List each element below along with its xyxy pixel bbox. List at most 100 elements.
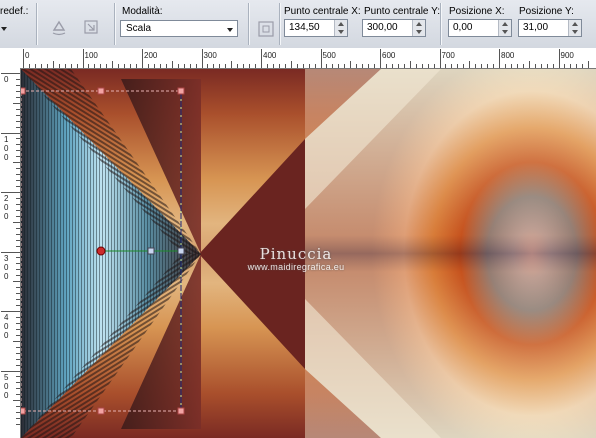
resize-handle[interactable] — [21, 87, 26, 95]
ruler-minor-tick — [16, 305, 20, 307]
resize-handle[interactable] — [177, 87, 185, 95]
ruler-minor-tick — [546, 64, 548, 68]
ruler-major-tick — [1, 370, 20, 372]
resize-handle[interactable] — [97, 87, 105, 95]
ruler-minor-tick — [16, 293, 20, 295]
ruler-minor-tick — [403, 64, 405, 68]
mode-label: Modalità: — [122, 6, 163, 17]
ruler-minor-tick — [13, 162, 20, 164]
ruler-minor-tick — [493, 64, 495, 68]
ruler-minor-tick — [16, 120, 20, 122]
ruler-minor-tick — [16, 412, 20, 414]
ruler-minor-tick — [106, 64, 108, 68]
mode-select[interactable]: Scala — [120, 20, 238, 37]
ruler-minor-tick — [237, 64, 239, 68]
ruler-minor-tick — [16, 299, 20, 301]
ruler-minor-tick — [344, 64, 346, 68]
rotation-handle[interactable] — [147, 247, 155, 255]
scale-tool-icon[interactable] — [82, 18, 100, 36]
ruler-minor-tick — [243, 64, 245, 68]
ruler-minor-tick — [16, 138, 20, 140]
preset-dropdown-icon[interactable] — [1, 27, 7, 31]
ruler-minor-tick — [588, 61, 590, 68]
ruler-label: 900 — [560, 51, 574, 60]
ruler-minor-tick — [16, 358, 20, 360]
ruler-minor-tick — [296, 64, 298, 68]
ruler-minor-tick — [16, 346, 20, 348]
ruler-label: 100 — [84, 51, 98, 60]
image-canvas[interactable]: Pinuccia www.maidiregrafica.eu — [21, 69, 596, 438]
pos-x-stepper[interactable] — [498, 20, 511, 36]
center-x-field[interactable]: 134,50 — [284, 19, 348, 37]
ruler-minor-tick — [272, 64, 274, 68]
separator — [440, 3, 442, 45]
ruler-minor-tick — [415, 64, 417, 68]
ruler-major-tick — [23, 49, 24, 68]
pos-y-field[interactable]: 31,00 — [518, 19, 582, 37]
pos-y-stepper[interactable] — [568, 20, 581, 36]
center-point-icon[interactable] — [257, 20, 275, 38]
resize-handle[interactable] — [97, 407, 105, 415]
ruler-minor-tick — [16, 84, 20, 86]
vertical-ruler[interactable]: 0 100 200 300 400 500 — [0, 68, 21, 438]
ruler-minor-tick — [350, 61, 352, 68]
ruler-minor-tick — [391, 64, 393, 68]
preset-label: redef.: — [0, 6, 29, 17]
center-y-field[interactable]: 300,00 — [362, 19, 426, 37]
ruler-minor-tick — [582, 64, 584, 68]
separator — [279, 3, 281, 45]
ruler-minor-tick — [52, 61, 54, 68]
ruler-minor-tick — [540, 64, 542, 68]
ruler-minor-tick — [16, 269, 20, 271]
ruler-minor-tick — [16, 156, 20, 158]
ruler-minor-tick — [266, 64, 268, 68]
pos-y-label: Posizione Y: — [519, 6, 574, 17]
pos-x-field[interactable]: 0,00 — [448, 19, 512, 37]
horizontal-ruler[interactable]: 0 100 200 300 400 500 600 700 800 900 — [0, 48, 596, 69]
ruler-minor-tick — [195, 64, 197, 68]
ruler-minor-tick — [534, 64, 536, 68]
pivot-point[interactable] — [96, 246, 106, 256]
pos-y-value: 31,00 — [523, 22, 549, 33]
center-y-stepper[interactable] — [412, 20, 425, 36]
ruler-minor-tick — [16, 174, 20, 176]
ruler-label: 700 — [441, 51, 455, 60]
ruler-minor-tick — [147, 64, 149, 68]
mode-value: Scala — [126, 23, 152, 34]
ruler-minor-tick — [70, 64, 72, 68]
ruler-minor-tick — [290, 61, 292, 68]
ruler-minor-tick — [284, 64, 286, 68]
ruler-minor-tick — [510, 64, 512, 68]
ruler-minor-tick — [504, 64, 506, 68]
image-artwork[interactable] — [21, 69, 596, 438]
ruler-minor-tick — [487, 64, 489, 68]
ruler-minor-tick — [16, 263, 20, 265]
ruler-minor-tick — [88, 64, 90, 68]
ruler-minor-tick — [16, 114, 20, 116]
resize-handle[interactable] — [177, 247, 185, 255]
ruler-minor-tick — [481, 64, 483, 68]
ruler-minor-tick — [16, 197, 20, 199]
ruler-minor-tick — [576, 64, 578, 68]
ruler-minor-tick — [46, 64, 48, 68]
ruler-minor-tick — [16, 328, 20, 330]
ruler-minor-tick — [177, 64, 179, 68]
ruler-minor-tick — [564, 64, 566, 68]
ruler-minor-tick — [64, 64, 66, 68]
resize-handle[interactable] — [21, 407, 26, 415]
ruler-minor-tick — [16, 227, 20, 229]
separator — [248, 3, 250, 45]
ruler-label: 200 — [4, 194, 9, 221]
separator — [36, 3, 38, 45]
ruler-label: 0 — [4, 75, 9, 84]
ruler-label: 200 — [144, 51, 158, 60]
ruler-minor-tick — [457, 64, 459, 68]
resize-handle[interactable] — [177, 407, 185, 415]
ruler-minor-tick — [213, 64, 215, 68]
ruler-major-tick — [558, 49, 560, 68]
rotate-tool-icon[interactable] — [50, 18, 68, 36]
ruler-minor-tick — [16, 424, 20, 426]
center-x-stepper[interactable] — [334, 20, 347, 36]
ruler-minor-tick — [16, 126, 20, 128]
ruler-minor-tick — [255, 64, 257, 68]
